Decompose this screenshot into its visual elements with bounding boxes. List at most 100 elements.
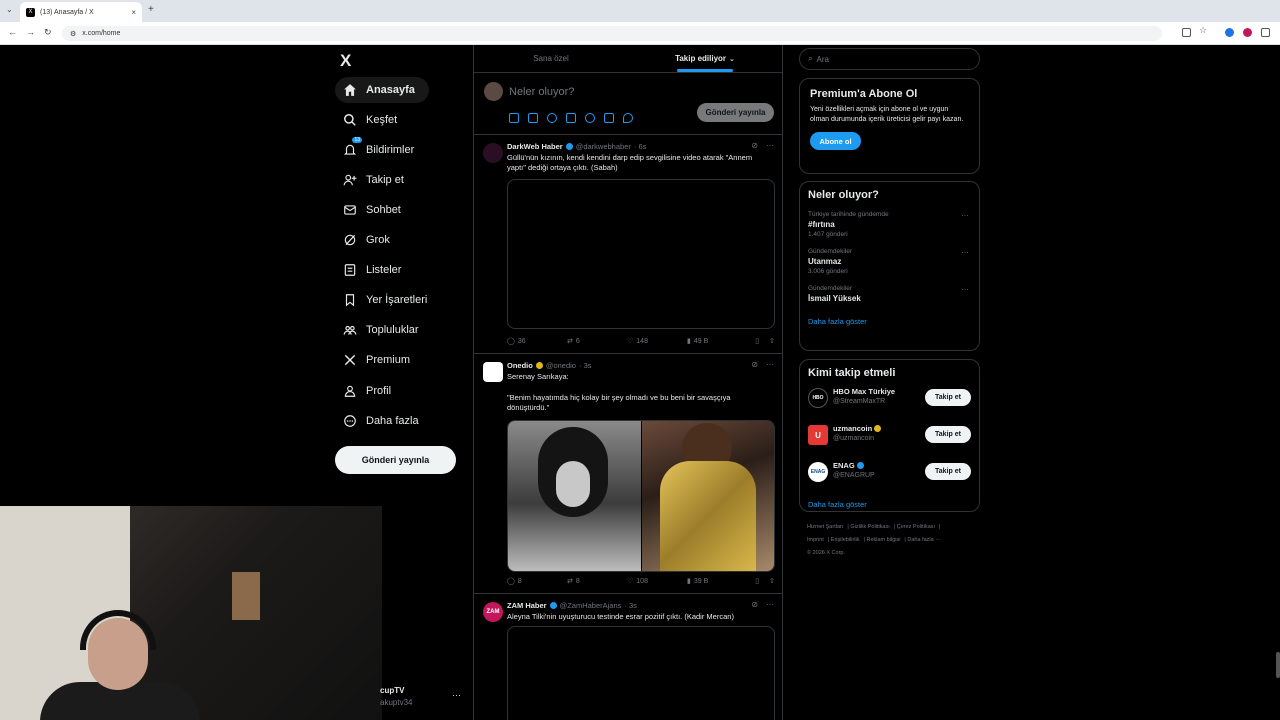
nav-item-home[interactable]: Anasayfa (335, 77, 429, 103)
trend-item[interactable]: Gündemdekiler İsmail Yüksek ··· (808, 285, 971, 303)
follow-show-more-link[interactable]: Daha fazla göster (808, 500, 971, 509)
site-info-icon[interactable]: ⚙ (70, 30, 76, 38)
footer-link[interactable]: Daha fazla ··· (907, 537, 940, 543)
tweet-photos[interactable] (507, 420, 775, 572)
follow-suggestion[interactable]: HBO HBO Max Türkiye @StreamMaxTR Takip e… (808, 382, 971, 416)
trends-show-more-link[interactable]: Daha fazla göster (808, 317, 971, 326)
trend-more-icon[interactable]: ··· (961, 211, 969, 220)
bookmark-icon[interactable]: ▯ (755, 337, 759, 345)
tweet-time[interactable]: · 6s (634, 142, 647, 151)
tab-for-you[interactable]: Sana özel (474, 45, 628, 72)
follow-suggestion[interactable]: U uzmancoin @uzmancoin Takip et (808, 419, 971, 453)
reply-button[interactable]: ◯ 36 (507, 337, 567, 346)
tab-following[interactable]: Takip ediliyor ⌄ (628, 45, 782, 72)
search-input[interactable]: ⌕ Ara (799, 48, 980, 70)
tweet-author[interactable]: Onedio (507, 361, 533, 370)
extension-icon[interactable] (1225, 28, 1234, 37)
tweet-video[interactable] (507, 179, 775, 329)
avatar[interactable]: HBO (808, 388, 828, 408)
tweet[interactable]: Onedio @onedio · 3s ⊘ ··· Serenay Sarıkay… (474, 354, 782, 594)
nav-item-premium[interactable]: Premium (335, 347, 424, 373)
follow-button[interactable]: Takip et (925, 389, 971, 406)
avatar[interactable] (483, 362, 503, 382)
more-icon[interactable]: ··· (766, 600, 774, 609)
reload-icon[interactable]: ↻ (44, 27, 52, 38)
gif-icon[interactable] (528, 113, 538, 123)
x-logo[interactable]: X (340, 51, 351, 71)
tweet-author[interactable]: ZAM Haber (507, 601, 547, 610)
grok-icon[interactable]: ⊘ (751, 600, 758, 609)
chevron-down-icon[interactable]: ⌄ (729, 55, 735, 63)
nav-item-bookmarks[interactable]: Yer İşaretleri (335, 287, 441, 313)
forward-icon[interactable]: → (26, 27, 35, 37)
trend-more-icon[interactable]: ··· (961, 248, 969, 257)
tweet-author[interactable]: DarkWeb Haber (507, 142, 563, 151)
extensions-puzzle-icon[interactable] (1261, 28, 1270, 37)
nav-item-explore[interactable]: Keşfet (335, 107, 411, 133)
install-icon[interactable] (1182, 28, 1191, 37)
account-more-icon[interactable]: ··· (452, 690, 461, 700)
follow-button[interactable]: Takip et (925, 463, 971, 480)
footer-link[interactable]: Imprint (807, 537, 824, 543)
footer-link[interactable]: Reklam bilgisi (866, 537, 900, 543)
post-button[interactable]: Gönderi yayınla (335, 446, 456, 474)
reply-button[interactable]: ◯ 8 (507, 577, 567, 586)
avatar[interactable] (484, 82, 503, 101)
footer-link[interactable]: Gizlilik Politikası (850, 524, 889, 530)
back-icon[interactable]: ← (8, 27, 17, 37)
trend-more-icon[interactable]: ··· (961, 285, 969, 294)
compose-input[interactable]: Neler oluyor? (509, 86, 574, 98)
more-icon[interactable]: ··· (766, 360, 774, 369)
bookmark-icon[interactable]: ▯ (755, 577, 759, 585)
emoji-icon[interactable] (585, 113, 595, 123)
schedule-icon[interactable] (604, 113, 614, 123)
tweet-handle[interactable]: @ZamHaberAjans (560, 601, 622, 610)
tweet-time[interactable]: · 3s (624, 601, 637, 610)
nav-item-notifications[interactable]: 13 Bildirimler (335, 137, 428, 163)
extension-icon[interactable] (1243, 28, 1252, 37)
footer-link[interactable]: Hizmet Şartları (807, 524, 843, 530)
like-button[interactable]: ♡ 148 (627, 337, 687, 346)
footer-link[interactable]: Çerez Politikası (897, 524, 935, 530)
footer-link[interactable]: Erişilebilirlik (831, 537, 860, 543)
location-icon[interactable] (623, 113, 633, 123)
tab-list-chevron-icon[interactable]: ⌄ (6, 5, 13, 14)
tweet-handle[interactable]: @darkwebhaber (576, 142, 631, 151)
url-field[interactable]: ⚙ x.com/home (62, 26, 1162, 41)
more-icon[interactable]: ··· (766, 141, 774, 150)
avatar[interactable]: ENAG (808, 462, 828, 482)
tab-close-icon[interactable]: × (131, 8, 136, 17)
tweet-handle[interactable]: @onedio (546, 361, 576, 370)
repost-button[interactable]: ⇄ 6 (567, 337, 627, 346)
avatar[interactable] (483, 143, 503, 163)
nav-item-more[interactable]: Daha fazla (335, 408, 433, 434)
grok-icon[interactable]: ⊘ (751, 141, 758, 150)
scrollbar-thumb[interactable] (1276, 652, 1280, 678)
follow-suggestion[interactable]: ENAG ENAG @ENAGRUP Takip et (808, 456, 971, 490)
tweet-photo[interactable] (508, 421, 641, 571)
subscribe-button[interactable]: Abone ol (810, 132, 861, 150)
tweet-time[interactable]: · 3s (579, 361, 592, 370)
new-tab-button[interactable]: + (148, 4, 154, 15)
star-icon[interactable]: ☆ (1199, 25, 1208, 35)
follow-button[interactable]: Takip et (925, 426, 971, 443)
views-button[interactable]: ▮ 39 B (687, 577, 747, 586)
nav-item-grok[interactable]: Grok (335, 227, 404, 253)
grok-icon[interactable]: ⊘ (751, 360, 758, 369)
nav-item-profile[interactable]: Profil (335, 378, 405, 404)
nav-item-communities[interactable]: Topluluklar (335, 317, 433, 343)
browser-tab[interactable]: X (13) Anasayfa / X × (20, 2, 142, 22)
like-button[interactable]: ♡ 108 (627, 577, 687, 586)
avatar[interactable]: U (808, 425, 828, 445)
nav-item-lists[interactable]: Listeler (335, 257, 415, 283)
tweet-video[interactable] (507, 626, 775, 720)
views-button[interactable]: ▮ 49 B (687, 337, 747, 346)
trend-item[interactable]: Türkiye tarihinde gündemde #fırtına 1.40… (808, 211, 971, 238)
share-icon[interactable]: ⇧ (769, 577, 775, 585)
poll-icon[interactable] (566, 113, 576, 123)
nav-item-follow[interactable]: Takip et (335, 167, 418, 193)
compose-post-button[interactable]: Gönderi yayınla (697, 103, 774, 122)
nav-item-chat[interactable]: Sohbet (335, 197, 415, 223)
tweet-photo[interactable] (642, 421, 774, 571)
image-icon[interactable] (509, 113, 519, 123)
